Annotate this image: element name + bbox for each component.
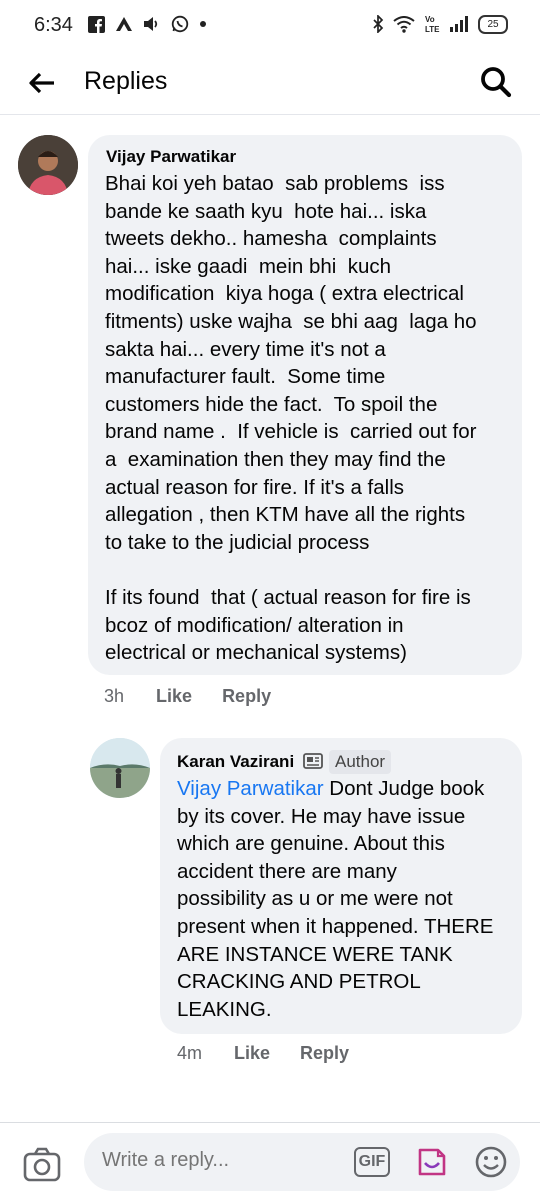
sticker-button[interactable]: [414, 1144, 450, 1180]
reply-actions: 4m Like Reply: [177, 1043, 379, 1064]
status-left-icons: [88, 15, 207, 33]
author-meta: Author: [303, 750, 392, 774]
comment-author[interactable]: Vijay Parwatikar: [106, 147, 236, 167]
notification-dot-icon: [199, 20, 207, 28]
back-button[interactable]: [26, 66, 60, 100]
reply-input[interactable]: [102, 1149, 332, 1172]
gif-button[interactable]: GIF: [354, 1147, 390, 1177]
volte-icon: Vo LTE: [424, 14, 440, 34]
avatar[interactable]: [18, 135, 78, 195]
signal-icon: [449, 16, 469, 32]
battery-icon: 25: [478, 14, 508, 34]
profile-photo-icon: [18, 135, 78, 195]
reply-author[interactable]: Karan Vazirani: [177, 752, 294, 772]
volume-icon: [143, 16, 161, 32]
back-arrow-icon: [29, 72, 54, 94]
app-icon: [115, 16, 133, 32]
comment-actions: 3h Like Reply: [104, 686, 301, 707]
avatar[interactable]: [90, 738, 150, 798]
reply-button[interactable]: Reply: [222, 686, 271, 707]
whatsapp-icon: [171, 15, 189, 33]
status-bar: 6:34 Vo LTE 25: [0, 0, 540, 54]
bluetooth-icon: [372, 15, 384, 33]
profile-photo-icon: [90, 738, 150, 798]
author-badge-icon: [303, 753, 323, 769]
reply-composer: GIF: [0, 1122, 540, 1201]
author-badge: Author: [329, 750, 392, 774]
reply-button[interactable]: Reply: [300, 1043, 349, 1064]
search-icon: [481, 67, 512, 98]
reply-bubble[interactable]: Karan Vazirani Author Vijay Parwatikar D…: [160, 738, 522, 1034]
search-button[interactable]: [478, 64, 514, 100]
like-button[interactable]: Like: [156, 686, 192, 707]
status-right-icons: Vo LTE 25: [372, 14, 508, 34]
status-time: 6:34: [34, 14, 73, 36]
reply-text: Vijay Parwatikar Dont Judge book by its …: [177, 775, 517, 1023]
camera-button[interactable]: [22, 1145, 62, 1185]
page-title: Replies: [84, 67, 168, 95]
reply-timestamp: 4m: [177, 1043, 203, 1063]
sticker-icon: [418, 1148, 446, 1176]
app-header: Replies: [0, 54, 540, 115]
reply-body: Dont Judge book by its cover. He may hav…: [177, 777, 494, 1021]
camera-icon: [23, 1147, 61, 1182]
emoji-button[interactable]: [474, 1145, 508, 1179]
svg-text:Vo: Vo: [425, 15, 435, 24]
comment-timestamp: 3h: [104, 686, 125, 706]
mention-link[interactable]: Vijay Parwatikar: [177, 777, 324, 800]
comment-text: Bhai koi yeh batao sab problems iss band…: [105, 172, 477, 665]
facebook-icon: [88, 15, 105, 33]
reply-box[interactable]: GIF: [84, 1133, 520, 1191]
svg-text:LTE: LTE: [425, 25, 440, 34]
wifi-icon: [393, 15, 415, 33]
emoji-icon: [475, 1146, 507, 1178]
like-button[interactable]: Like: [234, 1043, 270, 1064]
comment-bubble[interactable]: Vijay Parwatikar Bhai koi yeh batao sab …: [88, 135, 522, 675]
